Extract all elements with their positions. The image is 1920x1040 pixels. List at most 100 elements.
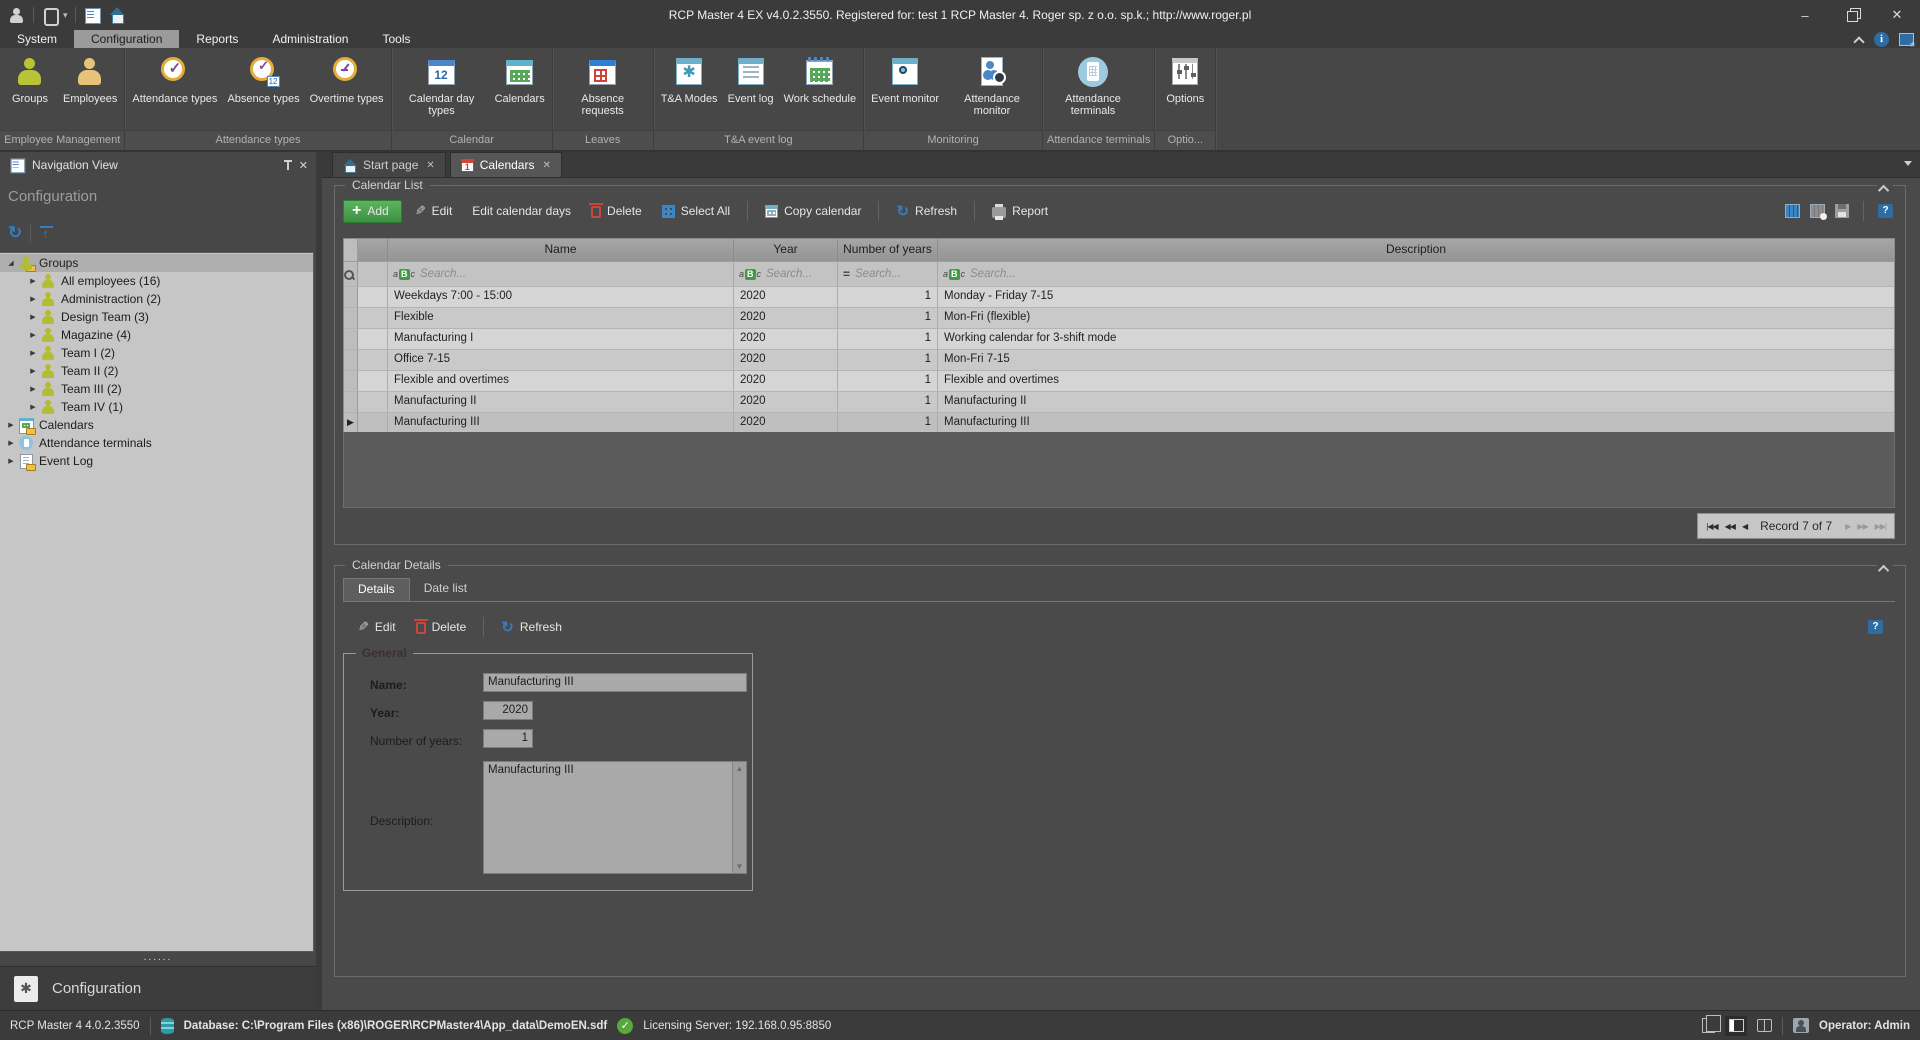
ribbon-item-calendars[interactable]: Calendars [490, 52, 550, 105]
edit-button[interactable]: ✎ Edit [351, 615, 403, 639]
add-button[interactable]: + Add [343, 200, 402, 223]
column-header-name[interactable]: Name [388, 239, 734, 261]
ribbon-item-options[interactable]: Options [1157, 52, 1213, 105]
tree-item-event-log[interactable]: ▶Event Log [0, 452, 313, 470]
close-tab-icon[interactable]: ✕ [426, 160, 434, 171]
grid-options-icon[interactable] [1810, 204, 1825, 218]
menu-tab-reports[interactable]: Reports [179, 30, 255, 48]
tab-details[interactable]: Details [343, 578, 410, 601]
sidebar-footer-configuration[interactable]: Configuration [0, 966, 316, 1010]
refresh-button[interactable]: ↻ Refresh [494, 616, 569, 638]
ribbon-item-event-monitor[interactable]: Event monitor [866, 52, 944, 105]
expand-arrow-icon[interactable]: ▶ [6, 421, 16, 429]
scroll-up-icon[interactable]: ▲ [736, 764, 744, 773]
save-layout-icon[interactable] [1835, 204, 1849, 218]
ribbon-item-attendance-types[interactable]: ✓Attendance types [127, 52, 222, 105]
table-row-weekdays-7-00-15-00[interactable]: Weekdays 7:00 - 15:0020201Monday - Frida… [344, 286, 1894, 307]
tree-item-all-employees-16[interactable]: ▶All employees (16) [0, 272, 313, 290]
new-window-icon[interactable] [1899, 33, 1914, 46]
nav-first-button[interactable]: |◀◀ [1706, 522, 1717, 531]
edit-calendar-days-button[interactable]: Edit calendar days [465, 200, 578, 222]
expand-arrow-icon[interactable]: ▶ [28, 313, 38, 321]
tree-item-team-iii-2[interactable]: ▶Team III (2) [0, 380, 313, 398]
ribbon-item-work-schedule[interactable]: Work schedule [779, 52, 862, 105]
nav-prev-page-button[interactable]: ◀◀ [1725, 522, 1735, 531]
info-icon[interactable]: i [1874, 32, 1889, 47]
menu-tab-tools[interactable]: Tools [365, 30, 427, 48]
help-icon[interactable]: ? [1868, 620, 1883, 634]
text-filter-icon[interactable]: aBc [739, 269, 761, 280]
expand-arrow-icon[interactable]: ▶ [28, 277, 38, 285]
description-field[interactable]: Manufacturing III ▲ ▼ [483, 761, 747, 874]
copy-pages-icon[interactable] [1702, 1018, 1715, 1033]
ribbon-item-attendance-terminals[interactable]: Attendance terminals [1045, 52, 1141, 117]
collapse-arrow-icon[interactable]: ◢ [6, 259, 16, 267]
tree-item-team-iv-1[interactable]: ▶Team IV (1) [0, 398, 313, 416]
table-row-manufacturing-iii[interactable]: ▶Manufacturing III20201Manufacturing III [344, 412, 1894, 433]
column-header-description[interactable]: Description [938, 239, 1894, 261]
collapse-panel-button[interactable] [1877, 180, 1893, 198]
select-all-button[interactable]: Select All [655, 200, 737, 222]
book-icon[interactable] [1757, 1019, 1772, 1032]
column-chooser-icon[interactable] [1785, 204, 1800, 218]
ribbon-item-attendance-monitor[interactable]: Attendance monitor [944, 52, 1040, 117]
tree-item-magazine-4[interactable]: ▶Magazine (4) [0, 326, 313, 344]
text-filter-icon[interactable]: aBc [393, 269, 415, 280]
tree-item-attendance-terminals[interactable]: ▶Attendance terminals [0, 434, 313, 452]
help-icon[interactable]: ? [1878, 204, 1893, 218]
delete-button[interactable]: Delete [584, 200, 649, 222]
expand-arrow-icon[interactable]: ▶ [28, 295, 38, 303]
tab-start-page[interactable]: Start page ✕ [332, 152, 446, 177]
expand-arrow-icon[interactable]: ▶ [6, 457, 16, 465]
nav-last-button[interactable]: ▶▶| [1875, 522, 1886, 531]
ribbon-item-absence-requests[interactable]: Absence requests [555, 52, 651, 117]
expand-arrow-icon[interactable]: ▶ [28, 349, 38, 357]
tab-date-list[interactable]: Date list [410, 578, 481, 601]
ribbon-item-t-a-modes[interactable]: ✱T&A Modes [656, 52, 723, 105]
table-row-manufacturing-ii[interactable]: Manufacturing II20201Manufacturing II [344, 391, 1894, 412]
close-button[interactable]: ✕ [1874, 0, 1920, 30]
report-button[interactable]: Report [985, 200, 1055, 222]
ribbon-item-groups[interactable]: Groups [2, 52, 58, 105]
tree-item-team-ii-2[interactable]: ▶Team II (2) [0, 362, 313, 380]
table-row-manufacturing-i[interactable]: Manufacturing I20201Working calendar for… [344, 328, 1894, 349]
ribbon-item-event-log[interactable]: Event log [723, 52, 779, 105]
text-filter-icon[interactable]: aBc [943, 269, 965, 280]
nav-next-page-button[interactable]: ▶▶ [1857, 522, 1867, 531]
ribbon-item-employees[interactable]: Employees [58, 52, 122, 105]
expand-arrow-icon[interactable]: ▶ [28, 403, 38, 411]
collapse-all-icon[interactable] [39, 225, 55, 241]
tree-item-administraction-2[interactable]: ▶Administraction (2) [0, 290, 313, 308]
scroll-down-icon[interactable]: ▼ [736, 862, 744, 871]
filter-year-input[interactable]: aBc Search... [734, 262, 838, 286]
column-header-number-of-years[interactable]: Number of years [838, 239, 938, 261]
ribbon-item-overtime-types[interactable]: Overtime types [305, 52, 389, 105]
equals-filter-icon[interactable]: = [843, 267, 850, 281]
tab-list-dropdown-icon[interactable] [1904, 161, 1912, 166]
refresh-button[interactable]: ↻ Refresh [889, 200, 964, 222]
year-field[interactable]: 2020 [483, 701, 533, 720]
sidebar-splitter[interactable]: ...... [0, 952, 316, 966]
ribbon-item-absence-types[interactable]: ✓Absence types [222, 52, 304, 105]
expand-arrow-icon[interactable]: ▶ [28, 331, 38, 339]
refresh-icon[interactable]: ↻ [8, 225, 22, 241]
tab-calendars[interactable]: 1 Calendars ✕ [450, 152, 562, 177]
tree-item-groups[interactable]: ◢Groups [0, 254, 313, 272]
nav-next-button[interactable]: ▶ [1845, 522, 1850, 531]
filter-name-input[interactable]: aBc Search... [388, 262, 734, 286]
table-row-flexible[interactable]: Flexible20201Mon-Fri (flexible) [344, 307, 1894, 328]
tree-item-design-team-3[interactable]: ▶Design Team (3) [0, 308, 313, 326]
filter-years-input[interactable]: = Search... [838, 262, 938, 286]
edit-button[interactable]: ✎ Edit [408, 199, 460, 223]
name-field[interactable]: Manufacturing III [483, 673, 747, 692]
panel-toggle-icon[interactable] [1725, 1016, 1747, 1036]
table-row-office-7-15[interactable]: Office 7-1520201Mon-Fri 7-15 [344, 349, 1894, 370]
collapse-ribbon-icon[interactable] [1854, 34, 1864, 44]
collapse-panel-button[interactable] [1877, 560, 1893, 578]
expand-arrow-icon[interactable]: ▶ [28, 385, 38, 393]
tree-item-calendars[interactable]: ▶Calendars [0, 416, 313, 434]
close-tab-icon[interactable]: ✕ [542, 160, 550, 171]
menu-tab-system[interactable]: System [0, 30, 74, 48]
restore-button[interactable] [1828, 0, 1874, 30]
copy-calendar-button[interactable]: Copy calendar [758, 200, 868, 222]
